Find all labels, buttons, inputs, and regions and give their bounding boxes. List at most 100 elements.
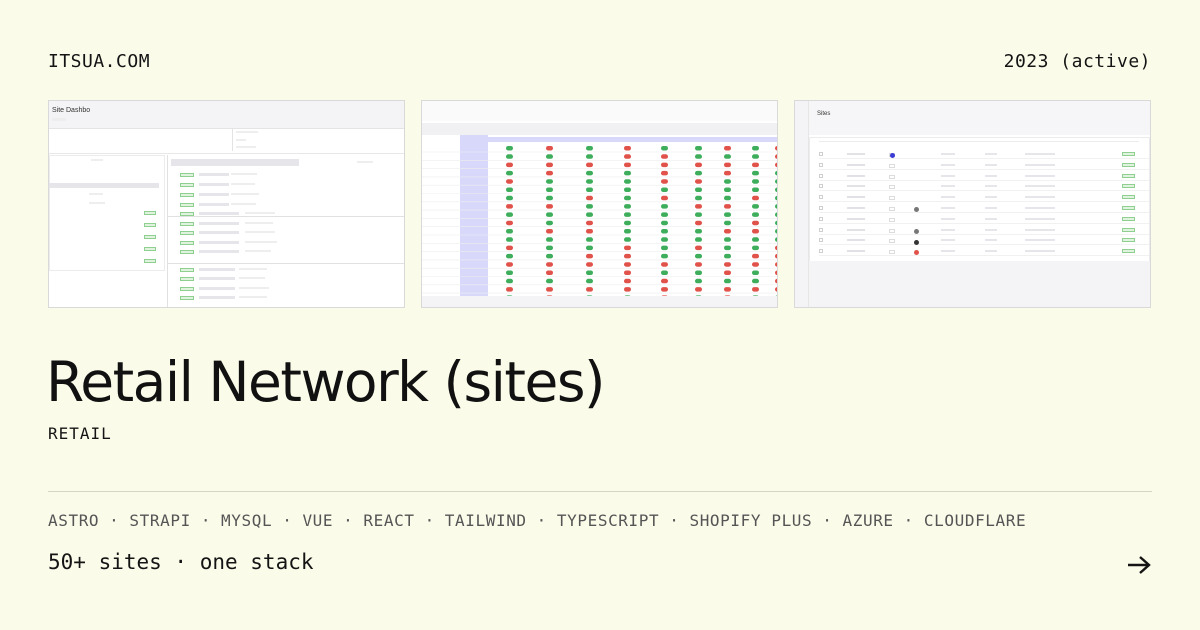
toggle-switch xyxy=(624,278,631,284)
toggle-switch xyxy=(752,220,759,226)
toggle-switch xyxy=(546,229,553,234)
toggle-switch xyxy=(724,245,731,251)
toggle-switch xyxy=(661,229,668,234)
toggle-switch xyxy=(724,220,731,226)
row-url xyxy=(1025,207,1055,209)
toggle-switch xyxy=(661,237,668,242)
toggle-switch xyxy=(506,220,513,226)
tech-stack: ASTRO · STRAPI · MYSQL · VUE · REACT · TAILWIND · TY… xyxy=(48,511,1026,530)
toggle-switch xyxy=(661,253,668,259)
row-divider xyxy=(819,190,1149,192)
toggle-switch xyxy=(586,146,593,151)
toggle-switch xyxy=(586,154,593,159)
toggle-switch xyxy=(661,287,668,292)
toggle-switch xyxy=(752,212,759,217)
row-field xyxy=(889,207,895,211)
toggle-switch xyxy=(661,146,668,151)
status-dot xyxy=(914,207,919,212)
toggle-switch xyxy=(661,162,668,168)
toggle-switch xyxy=(752,278,759,284)
toggle-switch xyxy=(661,262,668,267)
toggle-switch xyxy=(724,212,731,217)
row-divider xyxy=(819,179,1149,181)
row-checkbox xyxy=(819,227,823,232)
toggle-switch xyxy=(724,270,731,275)
stack-separator: · xyxy=(669,511,680,530)
toggle-switch xyxy=(775,270,777,275)
row-checkbox xyxy=(819,238,823,243)
toggle-switch xyxy=(624,204,631,209)
site-domain[interactable]: ITSUA.COM xyxy=(48,51,150,72)
tech-stack-item: ASTRO xyxy=(48,511,100,530)
toggle-switch xyxy=(546,278,553,284)
status-dot xyxy=(914,240,919,245)
row-value xyxy=(941,163,955,166)
row-field xyxy=(889,185,895,190)
toggle-switch xyxy=(752,195,759,201)
row-status-badge xyxy=(1122,216,1135,221)
toggle-switch xyxy=(546,146,553,151)
toggle-switch xyxy=(695,245,702,251)
matrix-highlight-row xyxy=(488,137,777,142)
toggle-switch xyxy=(752,270,759,275)
toggle-switch xyxy=(724,146,731,151)
tech-stack-item: TYPESCRIPT xyxy=(556,511,660,530)
toggle-switch xyxy=(695,262,702,267)
tech-stack-item: VUE xyxy=(302,511,334,530)
row-name xyxy=(847,217,865,220)
row-divider xyxy=(819,233,1149,235)
toggle-switch xyxy=(752,187,759,192)
toggle-switch xyxy=(752,229,759,234)
row-status-badge xyxy=(1122,249,1135,254)
status-dot xyxy=(890,153,895,158)
toggle-switch xyxy=(775,287,777,292)
toggle-switch xyxy=(695,287,702,292)
toggle-switch xyxy=(546,220,553,226)
row-value xyxy=(985,250,997,253)
toggle-switch xyxy=(506,287,513,292)
toggle-switch xyxy=(752,146,759,151)
toggle-switch xyxy=(506,212,513,217)
toggle-switch xyxy=(775,162,777,168)
toggle-switch xyxy=(624,253,631,259)
toggle-switch xyxy=(724,287,731,292)
screenshot-feature-toggle-matrix xyxy=(421,100,778,308)
row-checkbox xyxy=(819,173,823,178)
toggle-switch xyxy=(546,270,553,275)
toggle-switch xyxy=(775,253,777,259)
toggle-switch xyxy=(695,195,702,201)
toggle-switch xyxy=(661,212,668,217)
toggle-switch xyxy=(661,220,668,226)
row-url xyxy=(1025,174,1055,177)
row-value xyxy=(941,196,955,199)
toggle-matrix xyxy=(422,101,777,307)
toggle-switch xyxy=(695,146,702,151)
row-checkbox xyxy=(819,216,823,221)
toggle-switch xyxy=(546,262,553,267)
row-value xyxy=(985,174,997,177)
toggle-switch xyxy=(661,204,668,209)
toggle-switch xyxy=(775,179,777,184)
stack-separator: · xyxy=(903,511,914,530)
row-field xyxy=(889,217,895,222)
toggle-switch xyxy=(752,154,759,159)
sites-list-title: Sites xyxy=(817,111,831,117)
arrow-right-icon[interactable] xyxy=(1126,552,1152,578)
row-value xyxy=(941,185,955,188)
toggle-switch xyxy=(775,212,777,217)
row-name xyxy=(847,174,865,177)
toggle-switch xyxy=(724,278,731,284)
row-url xyxy=(1025,196,1055,199)
row-value xyxy=(985,239,997,242)
toggle-switch xyxy=(506,154,513,159)
toggle-switch xyxy=(586,212,593,217)
row-value xyxy=(985,196,997,199)
row-name xyxy=(847,163,865,166)
toggle-switch xyxy=(724,204,731,209)
row-field xyxy=(889,163,895,168)
tech-stack-item: AZURE xyxy=(842,511,894,530)
toggle-switch xyxy=(506,245,513,251)
toggle-switch xyxy=(724,154,731,159)
row-value xyxy=(985,217,997,220)
dashboard-title: Site Dashbo xyxy=(52,107,91,114)
